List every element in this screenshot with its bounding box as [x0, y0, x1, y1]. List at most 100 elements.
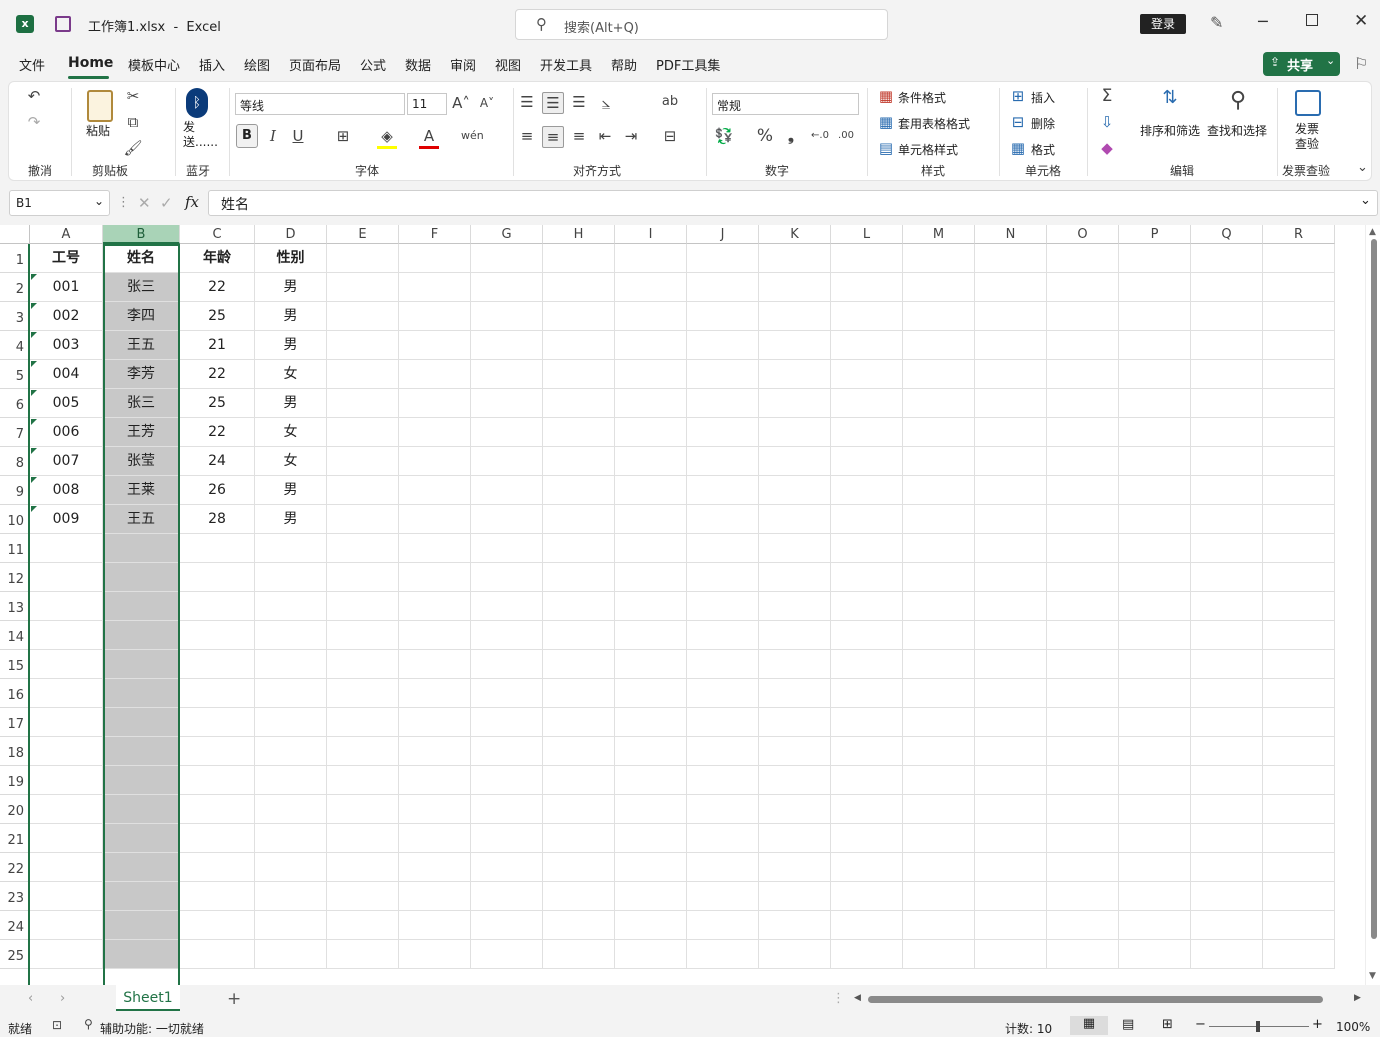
- cell-p9[interactable]: [1119, 476, 1191, 505]
- row-header[interactable]: 11: [0, 534, 30, 563]
- cell-m22[interactable]: [903, 853, 975, 882]
- cell-c14[interactable]: [180, 621, 255, 650]
- cell-p4[interactable]: [1119, 331, 1191, 360]
- cell-k1[interactable]: [759, 244, 831, 273]
- column-header-o[interactable]: O: [1047, 225, 1119, 244]
- font-size-select[interactable]: 11: [407, 93, 447, 115]
- cell-o14[interactable]: [1047, 621, 1119, 650]
- cell-d18[interactable]: [255, 737, 327, 766]
- cell-d17[interactable]: [255, 708, 327, 737]
- cell-o13[interactable]: [1047, 592, 1119, 621]
- cell-m20[interactable]: [903, 795, 975, 824]
- cell-k4[interactable]: [759, 331, 831, 360]
- cell-n2[interactable]: [975, 273, 1047, 302]
- cell-k5[interactable]: [759, 360, 831, 389]
- cell-l10[interactable]: [831, 505, 903, 534]
- row-header[interactable]: 24: [0, 911, 30, 940]
- cell-e8[interactable]: [327, 447, 399, 476]
- cell-o10[interactable]: [1047, 505, 1119, 534]
- cell-r3[interactable]: [1263, 302, 1335, 331]
- cell-f3[interactable]: [399, 302, 471, 331]
- cell-a8[interactable]: 007: [30, 447, 103, 476]
- row-header[interactable]: 9: [0, 476, 30, 505]
- cell-g6[interactable]: [471, 389, 543, 418]
- cell-l11[interactable]: [831, 534, 903, 563]
- cell-j5[interactable]: [687, 360, 759, 389]
- cell-l18[interactable]: [831, 737, 903, 766]
- find-select-button[interactable]: 查找和选择: [1207, 122, 1267, 139]
- cell-c13[interactable]: [180, 592, 255, 621]
- cell-c18[interactable]: [180, 737, 255, 766]
- column-header-p[interactable]: P: [1119, 225, 1191, 244]
- cell-j17[interactable]: [687, 708, 759, 737]
- cell-k25[interactable]: [759, 940, 831, 969]
- borders-icon[interactable]: ⊞: [333, 126, 353, 146]
- cell-k2[interactable]: [759, 273, 831, 302]
- cell-m10[interactable]: [903, 505, 975, 534]
- error-indicator-icon[interactable]: [31, 361, 37, 367]
- align-right-icon[interactable]: ≡: [569, 126, 589, 146]
- cell-m9[interactable]: [903, 476, 975, 505]
- cell-o5[interactable]: [1047, 360, 1119, 389]
- collapse-ribbon-icon[interactable]: ⌄: [1357, 160, 1368, 175]
- cell-k16[interactable]: [759, 679, 831, 708]
- cell-k9[interactable]: [759, 476, 831, 505]
- cell-i25[interactable]: [615, 940, 687, 969]
- cell-c11[interactable]: [180, 534, 255, 563]
- error-indicator-icon[interactable]: [31, 390, 37, 396]
- cell-e4[interactable]: [327, 331, 399, 360]
- cell-g15[interactable]: [471, 650, 543, 679]
- cell-c9[interactable]: 26: [180, 476, 255, 505]
- maximize-icon[interactable]: [1306, 14, 1318, 26]
- cell-a12[interactable]: [30, 563, 103, 592]
- cell-d12[interactable]: [255, 563, 327, 592]
- name-box[interactable]: B1 ⌄: [9, 190, 110, 216]
- cell-a15[interactable]: [30, 650, 103, 679]
- cell-g11[interactable]: [471, 534, 543, 563]
- cell-g8[interactable]: [471, 447, 543, 476]
- cell-q8[interactable]: [1191, 447, 1263, 476]
- cell-h8[interactable]: [543, 447, 615, 476]
- cell-j12[interactable]: [687, 563, 759, 592]
- cell-f21[interactable]: [399, 824, 471, 853]
- cell-n24[interactable]: [975, 911, 1047, 940]
- cell-l7[interactable]: [831, 418, 903, 447]
- menu-page-layout[interactable]: 页面布局: [289, 55, 341, 74]
- table-format-icon[interactable]: ▦: [877, 112, 895, 132]
- cell-l24[interactable]: [831, 911, 903, 940]
- cell-i22[interactable]: [615, 853, 687, 882]
- cell-i6[interactable]: [615, 389, 687, 418]
- cell-o7[interactable]: [1047, 418, 1119, 447]
- cell-m25[interactable]: [903, 940, 975, 969]
- next-sheet-icon[interactable]: ›: [60, 991, 65, 1006]
- cell-d24[interactable]: [255, 911, 327, 940]
- cell-h15[interactable]: [543, 650, 615, 679]
- column-header-c[interactable]: C: [180, 225, 255, 244]
- cell-n15[interactable]: [975, 650, 1047, 679]
- cell-e25[interactable]: [327, 940, 399, 969]
- cell-a23[interactable]: [30, 882, 103, 911]
- cell-b25[interactable]: [103, 940, 180, 969]
- cell-f8[interactable]: [399, 447, 471, 476]
- cell-m23[interactable]: [903, 882, 975, 911]
- cell-i4[interactable]: [615, 331, 687, 360]
- cell-p13[interactable]: [1119, 592, 1191, 621]
- cell-o23[interactable]: [1047, 882, 1119, 911]
- cell-a24[interactable]: [30, 911, 103, 940]
- scrollbar-thumb[interactable]: [1371, 239, 1377, 939]
- cell-g24[interactable]: [471, 911, 543, 940]
- cell-q11[interactable]: [1191, 534, 1263, 563]
- cell-f20[interactable]: [399, 795, 471, 824]
- cell-n21[interactable]: [975, 824, 1047, 853]
- enter-icon[interactable]: ✓: [160, 194, 173, 212]
- cell-g4[interactable]: [471, 331, 543, 360]
- cell-h5[interactable]: [543, 360, 615, 389]
- zoom-out-icon[interactable]: −: [1195, 1017, 1206, 1032]
- cell-k6[interactable]: [759, 389, 831, 418]
- row-header[interactable]: 10: [0, 505, 30, 534]
- row-header[interactable]: 17: [0, 708, 30, 737]
- zoom-level[interactable]: 100%: [1336, 1020, 1370, 1034]
- cell-l13[interactable]: [831, 592, 903, 621]
- scroll-left-icon[interactable]: ◀: [854, 993, 861, 1003]
- search-box[interactable]: ⚲ 搜索(Alt+Q): [515, 9, 888, 40]
